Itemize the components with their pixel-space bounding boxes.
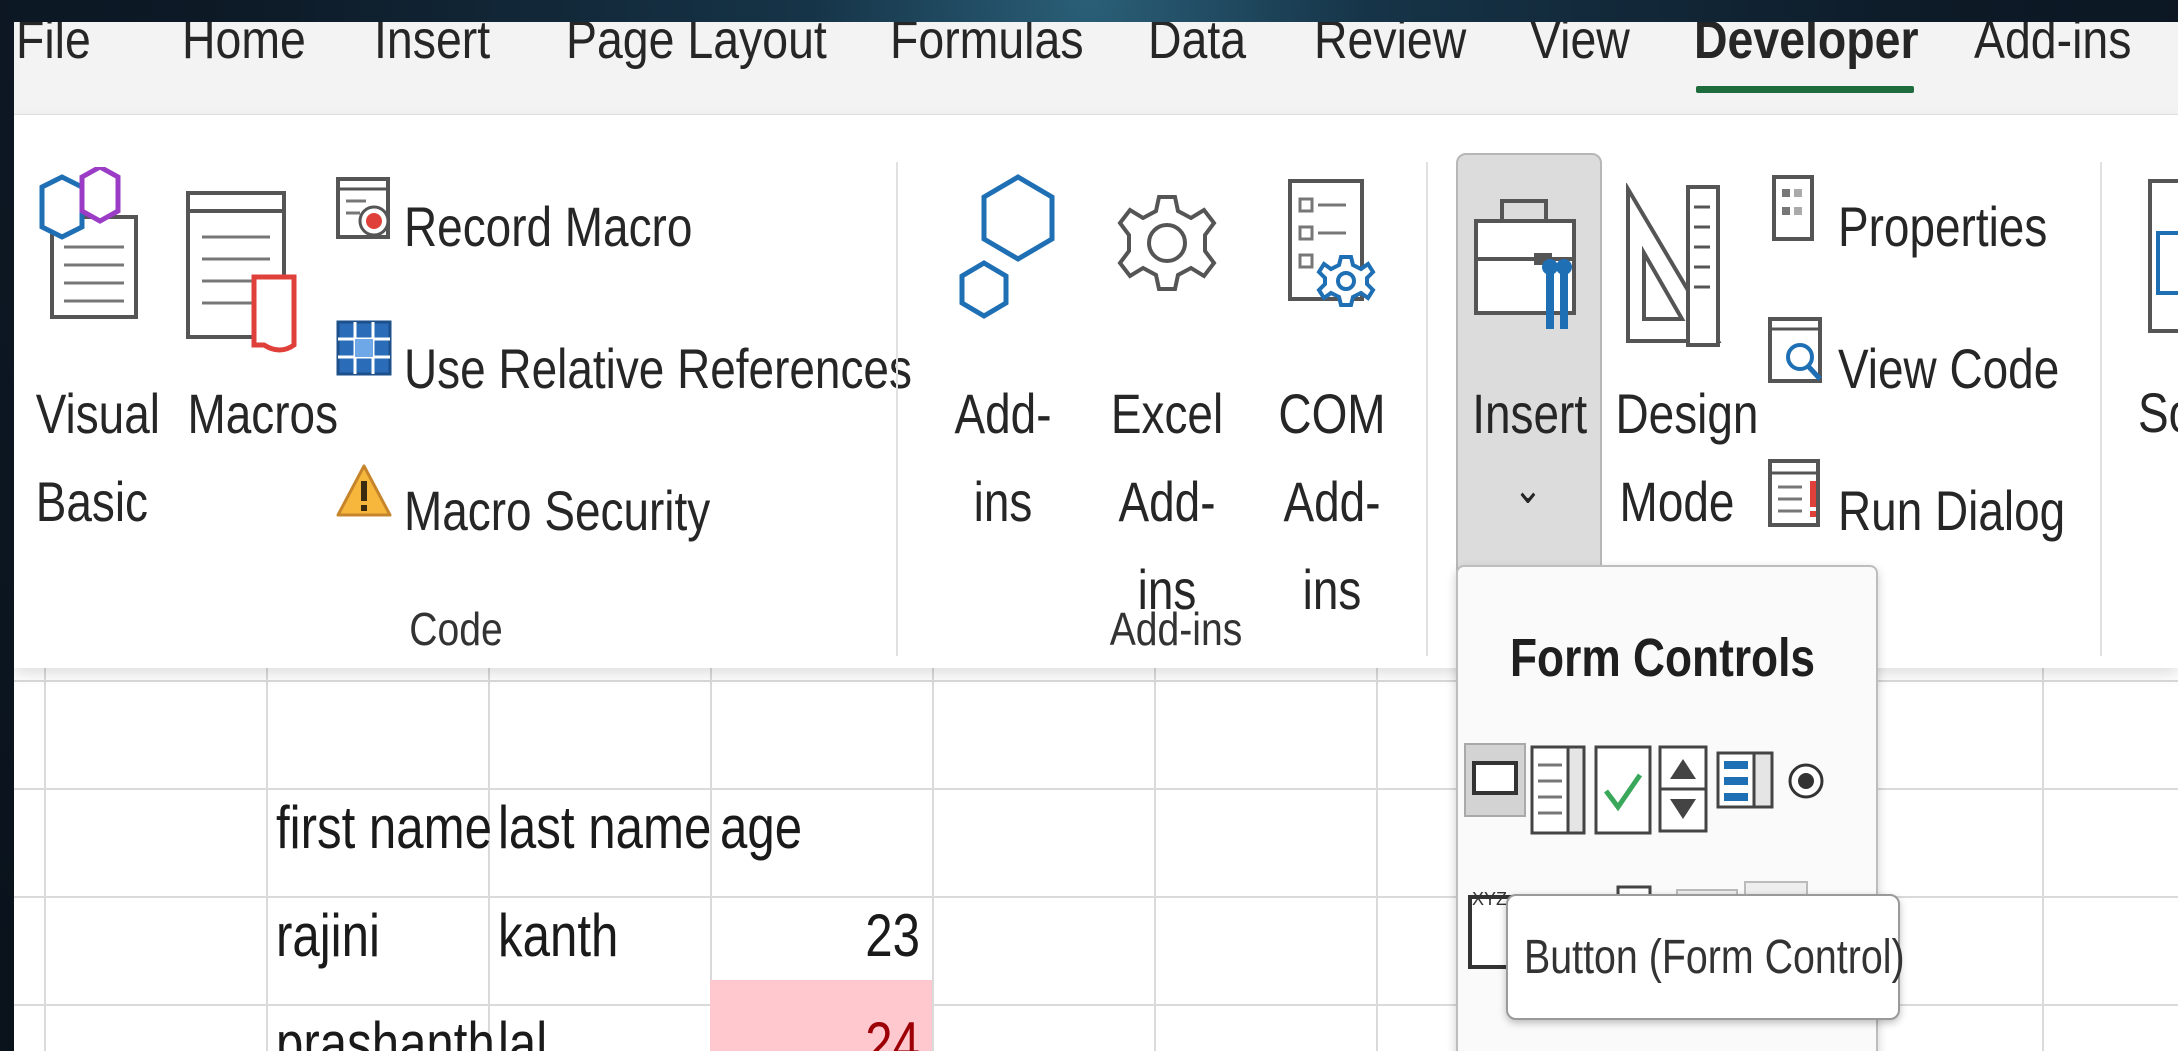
use-relative-references-label[interactable]: Use Relative References <box>404 341 912 397</box>
tab-file[interactable]: File <box>16 22 91 80</box>
group-label-code: Code <box>409 603 503 655</box>
group-label-add-ins: Add-ins <box>1109 603 1243 655</box>
tab-home[interactable]: Home <box>182 22 306 80</box>
table-cell[interactable]: prashanth <box>276 1014 495 1051</box>
use-relative-references-icon[interactable] <box>336 320 392 376</box>
view-code-icon[interactable] <box>1766 317 1826 387</box>
visual-basic-label-1[interactable]: Visual <box>36 370 160 458</box>
excel-add-ins-label-1[interactable]: Excel <box>1097 370 1236 458</box>
tab-add-ins[interactable]: Add-ins <box>1974 22 2131 80</box>
option-button-icon[interactable] <box>1786 761 1826 806</box>
group-separator <box>2100 162 2102 656</box>
spin-button-icon[interactable] <box>1658 745 1708 838</box>
tab-page-layout[interactable]: Page Layout <box>566 22 827 80</box>
record-macro-icon[interactable] <box>336 177 394 241</box>
ribbon-tab-bar: File Home Insert Page Layout Formulas Da… <box>14 22 2178 115</box>
properties-icon[interactable] <box>1770 175 1816 243</box>
add-ins-label-1[interactable]: Add- <box>950 370 1057 458</box>
run-dialog-label[interactable]: Run Dialog <box>1838 483 2065 539</box>
properties-label[interactable]: Properties <box>1838 199 2047 255</box>
source-icon[interactable] <box>2146 177 2178 337</box>
add-ins-icon[interactable] <box>948 173 1058 343</box>
excel-window: File Home Insert Page Layout Formulas Da… <box>14 22 2178 1051</box>
design-mode-icon[interactable] <box>1622 183 1732 353</box>
table-cell[interactable]: 24 <box>748 1014 920 1051</box>
add-ins-label-2[interactable]: ins <box>950 458 1057 546</box>
group-separator <box>1426 162 1428 656</box>
combo-box-icon[interactable] <box>1530 745 1586 842</box>
active-tab-indicator <box>1696 86 1914 93</box>
source-label-truncated[interactable]: So <box>2138 385 2178 441</box>
tab-developer[interactable]: Developer <box>1694 22 1919 80</box>
com-add-ins-icon[interactable] <box>1276 177 1386 347</box>
view-code-label[interactable]: View Code <box>1838 341 2059 397</box>
com-add-ins-label-1[interactable]: COM <box>1266 370 1397 458</box>
visual-basic-icon[interactable] <box>34 167 144 327</box>
cell-header-first-name[interactable]: first name <box>276 798 492 858</box>
gear-icon[interactable] <box>1112 181 1222 331</box>
macros-icon[interactable] <box>184 187 304 357</box>
tooltip: Button (Form Control) <box>1506 894 1905 1020</box>
com-add-ins-label-2[interactable]: Add-ins <box>1266 458 1397 634</box>
table-cell[interactable]: kanth <box>498 906 618 966</box>
tab-review[interactable]: Review <box>1314 22 1466 80</box>
macros-label[interactable]: Macros <box>188 370 339 458</box>
button-form-control-icon[interactable] <box>1464 743 1526 817</box>
cell-header-age[interactable]: age <box>720 798 802 858</box>
tooltip-text: Button (Form Control) <box>1524 931 1905 984</box>
group-box-label: XYZ <box>1472 889 1507 909</box>
tab-insert[interactable]: Insert <box>374 22 490 80</box>
design-mode-label-2[interactable]: Mode <box>1616 458 1739 546</box>
toolbox-icon[interactable] <box>1472 197 1584 337</box>
group-separator <box>896 162 898 656</box>
tab-data[interactable]: Data <box>1148 22 1246 80</box>
table-cell[interactable]: 23 <box>748 906 920 966</box>
table-cell[interactable]: rajini <box>276 906 380 966</box>
record-macro-label[interactable]: Record Macro <box>404 199 692 255</box>
form-controls-title: Form Controls <box>1510 628 1816 688</box>
table-cell[interactable]: lal <box>498 1014 547 1051</box>
run-dialog-icon[interactable] <box>1766 459 1826 529</box>
tab-view[interactable]: View <box>1530 22 1630 80</box>
check-box-icon[interactable] <box>1594 745 1652 842</box>
list-box-icon[interactable] <box>1716 751 1774 816</box>
cell-header-last-name[interactable]: last name <box>498 798 711 858</box>
design-mode-label-1[interactable]: Design <box>1616 370 1759 458</box>
chevron-down-icon[interactable]: ⌄ <box>1472 445 1584 533</box>
visual-basic-label-2[interactable]: Basic <box>36 458 148 546</box>
warning-icon[interactable] <box>336 463 392 519</box>
macro-security-label[interactable]: Macro Security <box>404 483 710 539</box>
tab-formulas[interactable]: Formulas <box>890 22 1084 80</box>
